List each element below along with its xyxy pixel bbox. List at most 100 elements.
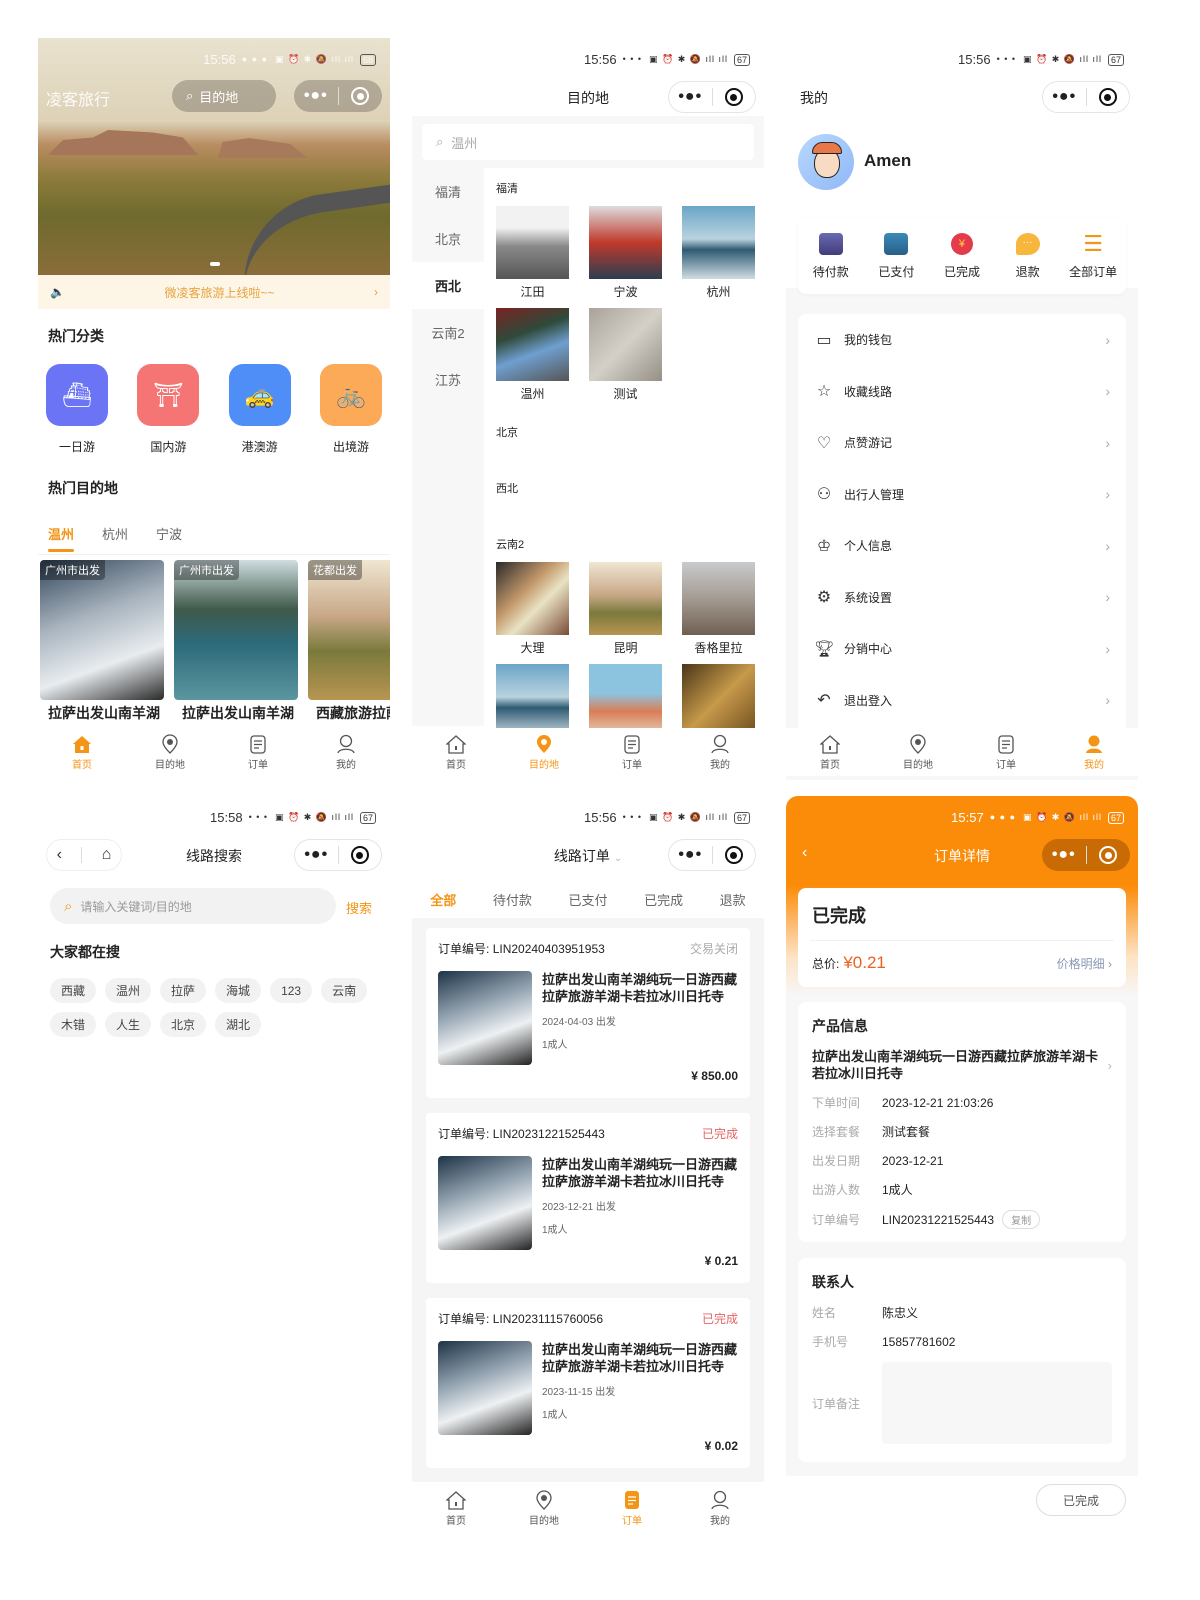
close-target-icon[interactable] [1087,846,1131,864]
destination-item[interactable]: 香格里拉 [682,562,755,656]
sidebar-item-xibei[interactable]: 西北 [412,262,484,309]
destination-item[interactable]: 测试 [589,308,662,402]
search-button[interactable]: ⌕ 目的地 [172,80,276,112]
copy-button[interactable]: 复制 [1002,1210,1041,1229]
tab-home[interactable]: 首页 [38,728,126,776]
tab-destination[interactable]: 目的地 [500,728,588,776]
sidebar-item-yunnan2[interactable]: 云南2 [412,309,484,356]
notice-bar[interactable]: 🔈 微凌客旅游上线啦~~ › [38,275,390,309]
chevron-right-icon: › [1105,692,1110,709]
sidebar-item-beijing[interactable]: 北京 [412,215,484,262]
tab-destination[interactable]: 目的地 [500,1484,588,1532]
remark-textarea[interactable] [882,1362,1112,1444]
carousel-indicator[interactable] [210,262,220,266]
search-button[interactable]: 搜索 [346,898,372,917]
tab-mine[interactable]: 我的 [676,1484,764,1532]
search-tag[interactable]: 温州 [105,978,152,1003]
tab-completed[interactable]: 已完成 [644,890,683,909]
shortcut-refund[interactable]: ··· 退款 [995,232,1061,280]
destination-item[interactable]: 昆明 [589,562,662,656]
destination-item[interactable]: 杭州 [682,206,755,300]
order-card[interactable]: 订单编号: LIN20231221525443 已完成 拉萨出发山南羊湖纯玩一日游… [426,1113,750,1283]
search-tag[interactable]: 湖北 [215,1012,262,1037]
search-tag[interactable]: 北京 [160,1012,207,1037]
more-icon[interactable]: •●• [1043,88,1086,106]
tab-ningbo[interactable]: 宁波 [156,524,182,543]
tab-destination[interactable]: 目的地 [126,728,214,776]
category-outbound[interactable]: 🚲 出境游 [318,364,384,455]
product-link[interactable]: 拉萨出发山南羊湖纯玩一日游西藏拉萨旅游羊湖卡若拉冰川日托寺 › [812,1048,1112,1082]
tab-home[interactable]: 首页 [412,1484,500,1532]
more-icon[interactable]: •●• [669,88,712,106]
tab-paid[interactable]: 已支付 [568,890,607,909]
search-tag[interactable]: 123 [270,978,313,1003]
tab-destination[interactable]: 目的地 [874,728,962,776]
menu-item-favorites[interactable]: ☆ 收藏线路 › [814,366,1110,418]
shortcut-paid[interactable]: 已支付 [864,232,930,280]
menu-item-distribution[interactable]: 🏆︎ 分销中心 › [814,623,1110,675]
category-domestic[interactable]: ⛩ 国内游 [135,364,201,455]
search-tag[interactable]: 西藏 [50,978,97,1003]
tab-all[interactable]: 全部 [426,890,461,921]
search-tag[interactable]: 人生 [105,1012,152,1037]
hero-banner[interactable]: 15:56 ● ● ● ▣ ⏰ ✱ 🔕 ıll ıll 68 凌客旅行 ⌕ 目的地 •… [38,38,390,296]
menu-item-wallet[interactable]: ▭ 我的钱包 › [814,314,1110,366]
close-target-icon[interactable] [713,846,756,864]
sidebar-item-fuqing[interactable]: 福清 [412,168,484,215]
tab-orders[interactable]: 订单 [588,1484,676,1532]
more-icon[interactable]: •●• [1042,846,1086,864]
shortcut-pending-payment[interactable]: 待付款 [798,232,864,280]
close-target-icon[interactable] [713,88,756,106]
category-day-trip[interactable]: ⛴ 一日游 [44,364,110,455]
completed-button[interactable]: 已完成 [1036,1484,1126,1516]
close-target-icon[interactable] [339,87,383,105]
tab-hangzhou[interactable]: 杭州 [102,524,128,543]
menu-label: 个人信息 [844,539,893,554]
avatar[interactable] [798,134,854,190]
tab-home[interactable]: 首页 [412,728,500,776]
tab-orders[interactable]: 订单 [962,728,1050,776]
more-icon[interactable]: •●• [669,846,712,864]
tab-mine[interactable]: 我的 [676,728,764,776]
route-card[interactable]: 广州市出发拉萨出发山南羊湖纯玩一日游 [40,560,164,722]
destination-search-input[interactable]: ⌕ 温州 [422,124,754,160]
destination-image [589,308,662,381]
menu-item-liked-notes[interactable]: ♡ 点赞游记 › [814,417,1110,469]
tab-home[interactable]: 首页 [786,728,874,776]
route-card[interactable]: 广州市出发拉萨出发山南羊湖纯玩一日游 [174,560,298,722]
destination-item[interactable]: 温州 [496,308,569,402]
shortcut-completed[interactable]: ¥ 已完成 [929,232,995,280]
close-target-icon[interactable] [339,846,382,864]
tab-pending-payment[interactable]: 待付款 [493,890,532,909]
tab-mine[interactable]: 我的 [1050,728,1138,776]
menu-item-logout[interactable]: ↶ 退出登入 › [814,675,1110,727]
destination-item[interactable]: 江田 [496,206,569,300]
search-tag[interactable]: 拉萨 [160,978,207,1003]
tab-orders[interactable]: 订单 [214,728,302,776]
search-tag[interactable]: 云南 [321,978,368,1003]
search-tag[interactable]: 海城 [215,978,262,1003]
category-label: 一日游 [58,440,95,454]
route-card[interactable]: 花都出发西藏旅游拉萨布达拉宫 [308,560,390,722]
destination-item[interactable]: 宁波 [589,206,662,300]
menu-item-personal-info[interactable]: ♔ 个人信息 › [814,520,1110,572]
order-card[interactable]: 订单编号: LIN20231115760056 已完成 拉萨出发山南羊湖纯玩一日游… [426,1298,750,1468]
tab-refund[interactable]: 退款 [720,890,746,909]
menu-item-travelers[interactable]: ⚇ 出行人管理 › [814,469,1110,521]
close-target-icon[interactable] [1087,88,1130,106]
tab-mine[interactable]: 我的 [302,728,390,776]
price-detail-link[interactable]: 价格明细 › [1057,955,1112,972]
taxi-icon: 🚕 [228,364,291,426]
category-hk-macau[interactable]: 🚕 港澳游 [227,364,293,455]
shortcut-all-orders[interactable]: ☰ 全部订单 [1060,232,1126,280]
menu-item-settings[interactable]: ⚙ 系统设置 › [814,572,1110,624]
sidebar-item-jiangsu[interactable]: 江苏 [412,356,484,403]
order-card[interactable]: 订单编号: LIN20240403951953 交易关闭 拉萨出发山南羊湖纯玩一日… [426,928,750,1098]
tab-orders[interactable]: 订单 [588,728,676,776]
more-icon[interactable]: •●• [294,87,338,105]
keyword-search-input[interactable]: ⌕ 请输入关键词/目的地 [50,888,336,924]
search-tag[interactable]: 木错 [50,1012,97,1037]
tab-wenzhou[interactable]: 温州 [48,524,75,552]
destination-item[interactable]: 大理 [496,562,569,656]
more-icon[interactable]: •●• [295,846,338,864]
